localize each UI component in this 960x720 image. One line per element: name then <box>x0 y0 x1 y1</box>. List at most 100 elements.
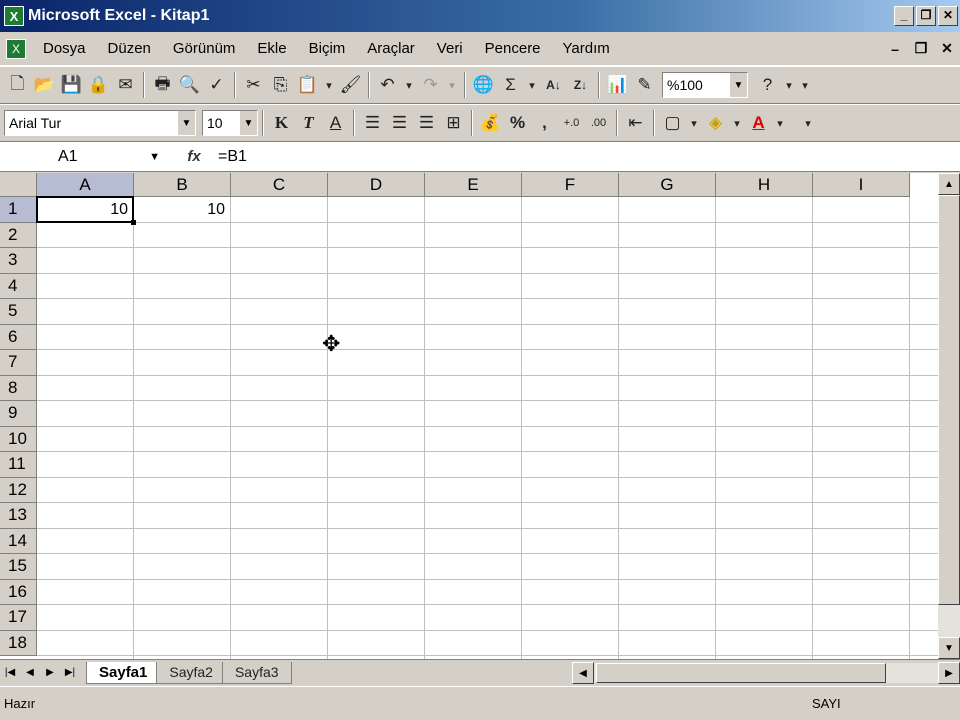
fill-handle[interactable] <box>131 219 136 225</box>
row-header-7[interactable]: 7 <box>0 350 37 376</box>
column-header-d[interactable]: D <box>328 173 425 197</box>
menu-pencere[interactable]: Pencere <box>474 40 552 57</box>
tab-sayfa3[interactable]: Sayfa3 <box>221 661 292 684</box>
merge-center-icon[interactable]: ⊞ <box>440 109 467 137</box>
formula-input[interactable]: =B1 <box>218 148 247 166</box>
prev-sheet-icon[interactable]: ◀ <box>20 662 40 684</box>
column-header-b[interactable]: B <box>134 173 231 197</box>
column-header-e[interactable]: E <box>425 173 522 197</box>
row-header-1[interactable]: 1 <box>0 197 37 223</box>
borders-icon[interactable]: ▢ <box>659 109 686 137</box>
borders-dropdown-icon[interactable]: ▾ <box>686 109 702 137</box>
fill-color-icon[interactable]: ◈ <box>702 109 729 137</box>
close-button[interactable]: ✕ <box>938 6 958 26</box>
chart-wizard-icon[interactable]: 📊 <box>604 71 631 99</box>
drawing-icon[interactable]: ✎ <box>631 71 658 99</box>
row-header-11[interactable]: 11 <box>0 452 37 478</box>
column-header-c[interactable]: C <box>231 173 328 197</box>
menu-araclar[interactable]: Araçlar <box>356 40 426 57</box>
column-header-g[interactable]: G <box>619 173 716 197</box>
horizontal-scrollbar[interactable]: ◀ ▶ <box>572 662 960 684</box>
next-sheet-icon[interactable]: ▶ <box>40 662 60 684</box>
underline-button[interactable]: A <box>322 109 349 137</box>
chevron-down-icon[interactable]: ▼ <box>239 111 257 135</box>
chevron-down-icon[interactable]: ▼ <box>729 73 747 97</box>
column-header-a[interactable]: A <box>37 173 134 197</box>
font-color-dropdown-icon[interactable]: ▾ <box>772 109 788 137</box>
fill-color-dropdown-icon[interactable]: ▾ <box>729 109 745 137</box>
toolbar-options-icon[interactable]: ▾ <box>797 71 813 99</box>
paste-dropdown-icon[interactable]: ▾ <box>321 71 337 99</box>
autosum-icon[interactable]: Σ <box>497 71 524 99</box>
comma-button[interactable]: , <box>531 109 558 137</box>
name-box[interactable]: A1 ▼ <box>2 143 170 170</box>
row-header-3[interactable]: 3 <box>0 248 37 274</box>
row-header-2[interactable]: 2 <box>0 222 37 248</box>
insert-function-icon[interactable]: fx <box>170 148 218 165</box>
row-header-12[interactable]: 12 <box>0 477 37 503</box>
minimize-button[interactable]: _ <box>894 6 914 26</box>
column-header-f[interactable]: F <box>522 173 619 197</box>
autosum-dropdown-icon[interactable]: ▾ <box>524 71 540 99</box>
permission-icon[interactable]: 🔒 <box>85 71 112 99</box>
menu-dosya[interactable]: Dosya <box>32 40 97 57</box>
workbook-close-button[interactable]: ✕ <box>934 40 960 57</box>
sort-descending-icon[interactable]: Z↓ <box>567 71 594 99</box>
row-header-10[interactable]: 10 <box>0 426 37 452</box>
paste-icon[interactable]: 📋 <box>294 71 321 99</box>
row-header-13[interactable]: 13 <box>0 503 37 529</box>
row-header-17[interactable]: 17 <box>0 605 37 631</box>
horizontal-scroll-thumb[interactable] <box>596 663 886 683</box>
row-header-16[interactable]: 16 <box>0 579 37 605</box>
open-icon[interactable]: 📂 <box>31 71 58 99</box>
row-header-14[interactable]: 14 <box>0 528 37 554</box>
redo-icon[interactable]: ↷ <box>417 71 444 99</box>
chevron-down-icon[interactable]: ▼ <box>149 151 160 163</box>
sort-ascending-icon[interactable]: A↓ <box>540 71 567 99</box>
scroll-right-icon[interactable]: ▶ <box>938 662 960 684</box>
worksheet-grid[interactable]: A B C D E F G H I 1 2 3 4 5 6 7 8 9 10 11 12 13 14 15 16 17 18 10 10 <box>0 173 938 659</box>
scroll-up-icon[interactable]: ▲ <box>938 173 960 195</box>
menu-bicim[interactable]: Biçim <box>298 40 357 57</box>
print-icon[interactable]: 🖶 <box>149 71 176 99</box>
undo-icon[interactable]: ↶ <box>374 71 401 99</box>
restore-button[interactable]: ❐ <box>916 6 936 26</box>
row-header-18[interactable]: 18 <box>0 630 37 656</box>
scroll-down-icon[interactable]: ▼ <box>938 637 960 659</box>
undo-dropdown-icon[interactable]: ▾ <box>401 71 417 99</box>
tab-sayfa1[interactable]: Sayfa1 <box>86 661 161 684</box>
currency-icon[interactable]: 💰 <box>477 109 504 137</box>
italic-button[interactable]: T <box>295 109 322 137</box>
format-painter-icon[interactable]: 🖌 <box>337 71 364 99</box>
vertical-scroll-thumb[interactable] <box>938 195 960 605</box>
menu-veri[interactable]: Veri <box>426 40 474 57</box>
first-sheet-icon[interactable]: |◀ <box>0 662 20 684</box>
redo-dropdown-icon[interactable]: ▾ <box>444 71 460 99</box>
tab-sayfa2[interactable]: Sayfa2 <box>156 661 226 684</box>
menu-yardim[interactable]: Yardım <box>552 40 621 57</box>
workbook-minimize-button[interactable]: – <box>882 41 908 57</box>
chevron-down-icon[interactable]: ▼ <box>177 111 195 135</box>
scroll-left-icon[interactable]: ◀ <box>572 662 594 684</box>
row-header-8[interactable]: 8 <box>0 375 37 401</box>
menu-duzen[interactable]: Düzen <box>97 40 162 57</box>
menu-gorunum[interactable]: Görünüm <box>162 40 247 57</box>
font-select[interactable]: Arial Tur ▼ <box>4 110 196 136</box>
bold-button[interactable]: K <box>268 109 295 137</box>
align-right-icon[interactable]: ☰ <box>413 109 440 137</box>
zoom-select[interactable]: %100 ▼ <box>662 72 748 98</box>
select-all-corner[interactable] <box>0 173 37 197</box>
mail-icon[interactable]: ✉ <box>112 71 139 99</box>
column-header-i[interactable]: I <box>813 173 910 197</box>
toolbar-options-icon[interactable]: ▾ <box>800 109 816 137</box>
decrease-decimal-icon[interactable]: .00 <box>585 109 612 137</box>
row-header-4[interactable]: 4 <box>0 273 37 299</box>
cut-icon[interactable]: ✂ <box>240 71 267 99</box>
spelling-icon[interactable]: ✓ <box>203 71 230 99</box>
column-header-h[interactable]: H <box>716 173 813 197</box>
help-dropdown-icon[interactable]: ▾ <box>781 71 797 99</box>
hyperlink-icon[interactable]: 🌐 <box>470 71 497 99</box>
workbook-icon[interactable]: X <box>6 38 26 59</box>
decrease-indent-icon[interactable]: ⇤ <box>622 109 649 137</box>
copy-icon[interactable]: ⎘ <box>267 71 294 99</box>
